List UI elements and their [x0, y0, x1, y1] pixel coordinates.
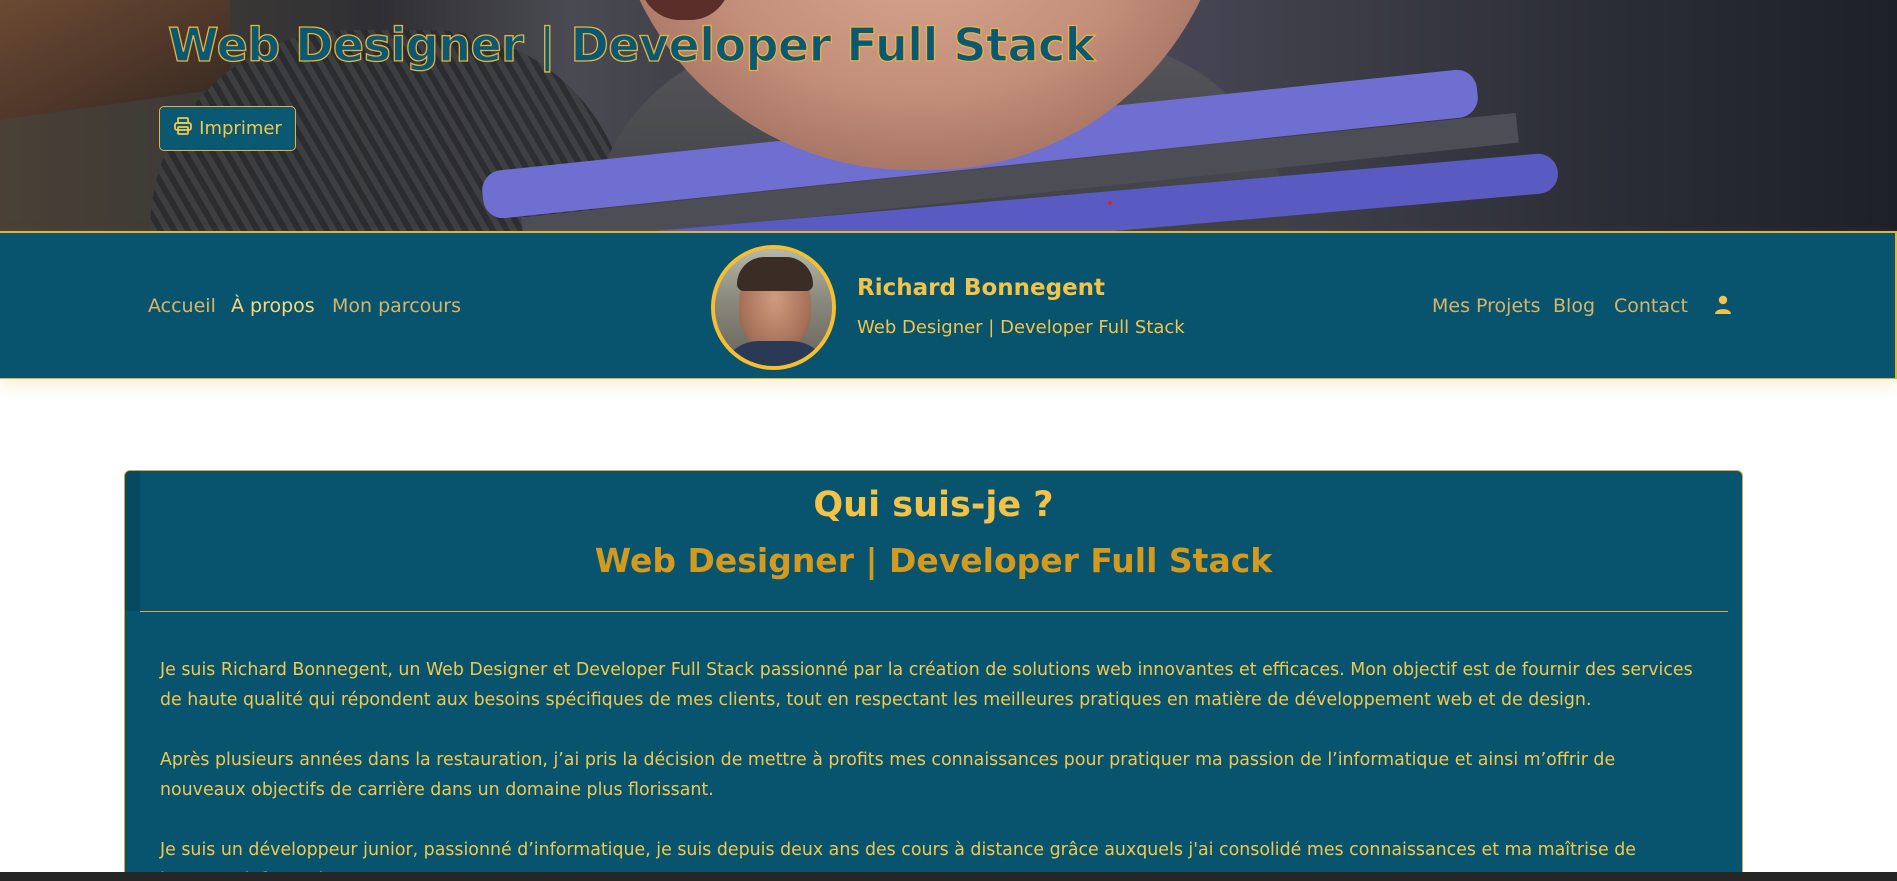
print-button[interactable]: Imprimer [159, 106, 296, 151]
bottom-edge [0, 872, 1897, 881]
about-subtitle: Web Designer | Developer Full Stack [594, 541, 1273, 580]
user-icon[interactable] [1714, 295, 1732, 315]
main-navbar: Accueil À propos Mon parcours Richard Bo… [0, 231, 1897, 379]
nav-link-blog[interactable]: Blog [1553, 295, 1595, 317]
avatar-hair [737, 257, 813, 291]
nav-link-a-propos[interactable]: À propos [231, 295, 315, 317]
brand-name[interactable]: Richard Bonnegent [857, 275, 1105, 301]
hero-title: Web Designer | Developer Full Stack [167, 17, 1096, 72]
nav-link-contact[interactable]: Contact [1614, 295, 1688, 317]
print-button-label: Imprimer [199, 118, 282, 139]
card-divider [140, 611, 1728, 612]
about-paragraph: Après plusieurs années dans la restaurat… [160, 750, 1616, 800]
brand-subtitle: Web Designer | Developer Full Stack [857, 317, 1185, 338]
about-title: Qui suis-je ? [813, 485, 1054, 525]
hero-photo-dot [1108, 201, 1112, 205]
hero-banner: Web Designer | Developer Full Stack Impr… [0, 0, 1897, 231]
printer-icon [173, 116, 193, 141]
nav-link-mes-projets[interactable]: Mes Projets [1432, 295, 1540, 317]
about-card: Qui suis-je ? Web Designer | Developer F… [124, 470, 1743, 881]
nav-link-accueil[interactable]: Accueil [148, 295, 216, 317]
avatar[interactable] [711, 245, 836, 370]
about-text: Je suis Richard Bonnegent, un Web Design… [160, 655, 1706, 881]
about-paragraph: Je suis Richard Bonnegent, un Web Design… [160, 660, 1693, 710]
nav-link-mon-parcours[interactable]: Mon parcours [332, 295, 461, 317]
